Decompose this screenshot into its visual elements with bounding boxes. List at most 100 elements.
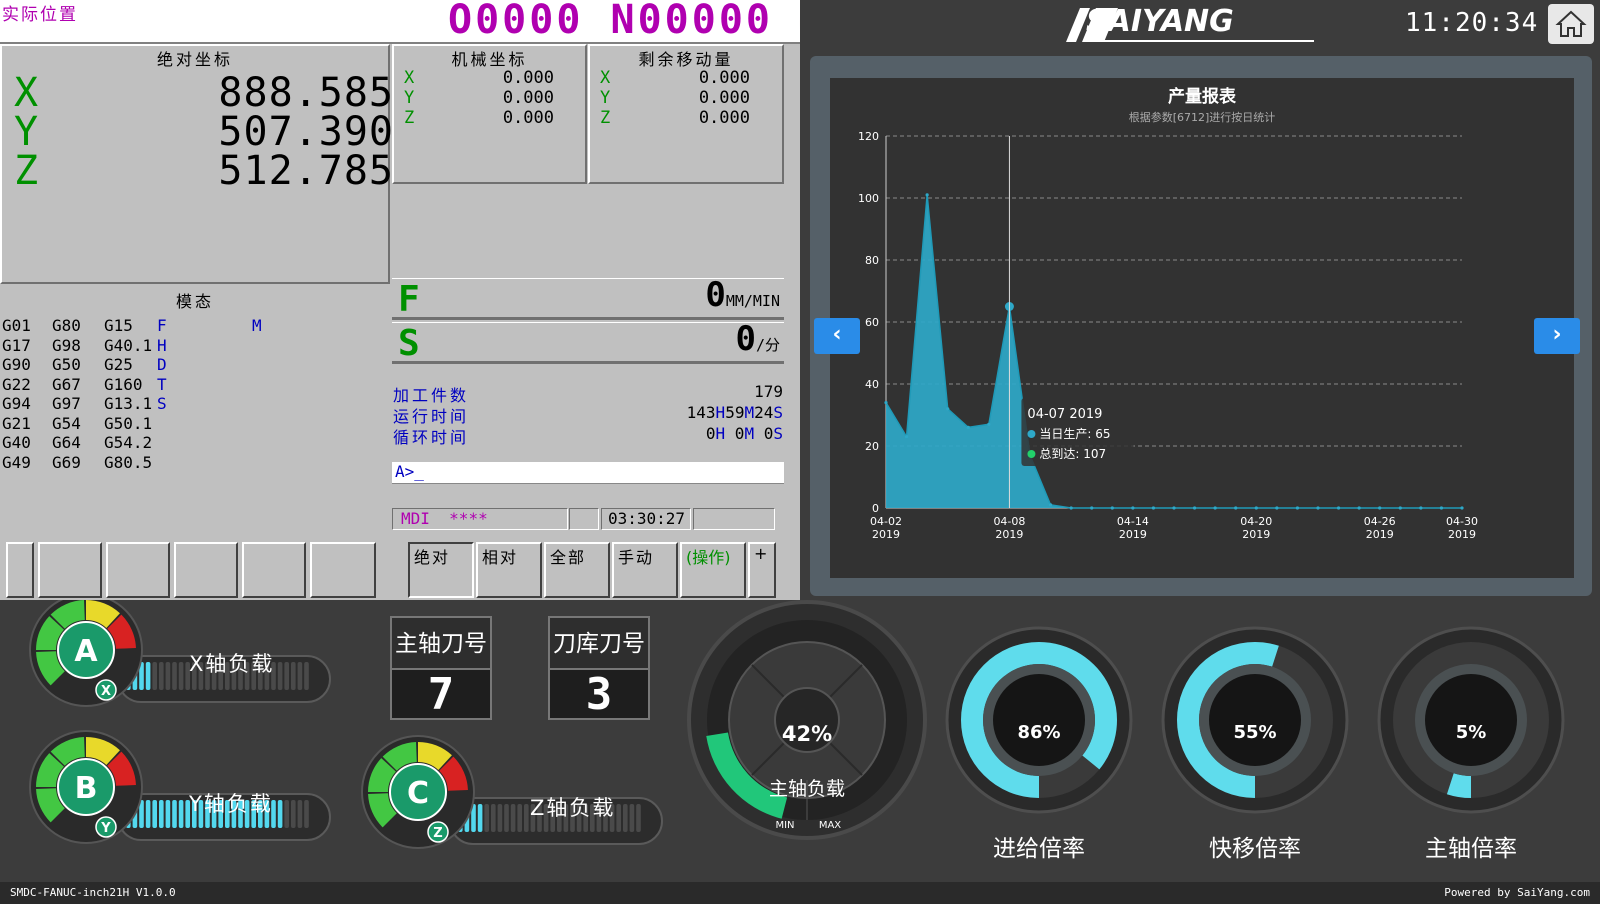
status-time: 03:30:27: [601, 508, 691, 530]
remaining-row-y: Y 0.000: [600, 88, 750, 108]
cnc-screen: 实际位置 O0000 N00000 绝对坐标 X 888.585 Y 507.3…: [0, 0, 800, 600]
feed-unit: MM/MIN: [725, 292, 780, 310]
home-button[interactable]: [1548, 4, 1594, 44]
softkey-blank-1[interactable]: [6, 542, 34, 598]
axis-sub-letter: Z: [433, 826, 442, 841]
load-segment: [178, 662, 184, 690]
abs-row-y: Y 507.390: [14, 109, 394, 155]
remaining-distance-panel: 剩余移动量 X 0.000 Y 0.000 Z 0.000: [588, 44, 784, 184]
machine-coordinates-panel: 机械坐标 X 0.000 Y 0.000 Z 0.000: [392, 44, 587, 184]
load-segment: [636, 804, 641, 832]
modal-code: G01: [2, 316, 31, 335]
x-tick-year: 2019: [1448, 528, 1476, 541]
axis-sub-letter: Y: [100, 821, 111, 836]
softkey-next[interactable]: +: [748, 542, 776, 598]
axis-letter: Z: [600, 108, 611, 128]
spindle-unit: /分: [755, 336, 780, 354]
load-segment: [629, 804, 635, 832]
load-segment: [145, 662, 151, 690]
screen-title: 实际位置: [2, 5, 78, 25]
mdi-input[interactable]: A>_: [392, 462, 784, 484]
axis-letter-badge: A: [74, 634, 98, 669]
load-segment: [491, 804, 496, 832]
data-point: [1357, 506, 1361, 510]
softkey-blank-6[interactable]: [310, 542, 376, 598]
load-segment: [152, 662, 157, 690]
data-point: [1131, 506, 1135, 510]
spindle-load-value: 42%: [781, 722, 833, 746]
machine-row-y: Y 0.000: [404, 88, 554, 108]
footer-powered: Powered by SaiYang.com: [1444, 886, 1590, 899]
home-icon: [1555, 10, 1587, 37]
counter-value: 143H59M24S: [686, 403, 783, 422]
softkey-absolute[interactable]: 绝对: [408, 542, 474, 598]
modal-code: G50.1: [104, 413, 153, 433]
footer: SMDC-FANUC-inch21H V1.0.0 Powered by Sai…: [0, 882, 1600, 904]
x-tick-label: 04-26: [1364, 515, 1396, 528]
data-point: [1398, 506, 1402, 510]
status-blank-2: [693, 508, 775, 530]
x-tick-year: 2019: [1119, 528, 1147, 541]
softkey-operation[interactable]: (操作): [680, 542, 746, 598]
load-segment: [172, 662, 177, 690]
modal-code: G22: [2, 374, 31, 394]
axis-load-y: BY: [29, 730, 331, 844]
modal-code: G49: [2, 452, 31, 472]
axis-letter-badge: B: [75, 771, 98, 806]
remaining-distance-header: 剩余移动量: [638, 50, 734, 69]
data-point: [1439, 506, 1444, 510]
machine-row-z: Z 0.000: [404, 108, 554, 128]
series-area: [886, 194, 1462, 508]
program-number: O0000 N00000: [448, 0, 773, 43]
softkey-handle[interactable]: 手动: [612, 542, 678, 598]
x-tick-year: 2019: [1242, 528, 1270, 541]
softkey-blank-4[interactable]: [174, 542, 238, 598]
y-axis-load-label: Y轴负载: [189, 792, 273, 816]
spindle-tool-box: 主轴刀号 7: [390, 616, 492, 720]
softkey-relative[interactable]: 相对: [476, 542, 542, 598]
data-point: [1172, 506, 1176, 510]
modal-code: G80.5: [104, 452, 153, 472]
load-segment: [616, 804, 621, 832]
y-tick-label: 80: [865, 254, 879, 267]
x-tick-label: 04-08: [993, 515, 1025, 528]
magazine-tool-title: 刀库刀号: [550, 618, 648, 670]
softkey-all[interactable]: 全部: [544, 542, 610, 598]
brand-logo: SAIYANG: [1086, 4, 1234, 39]
rapid-override-label: 快移倍率: [1209, 836, 1301, 862]
counter-value: 179: [754, 382, 783, 401]
softkey-blank-5[interactable]: [242, 542, 306, 598]
data-point: [946, 407, 950, 411]
abs-row-x: X 888.585: [14, 70, 394, 116]
chart-prev-button[interactable]: ‹: [814, 318, 860, 354]
abs-row-z: Z 512.785: [14, 148, 394, 194]
softkey-blank-3[interactable]: [106, 542, 170, 598]
chart-tooltip: 04-07 2019 当日生产: 65 总到达: 107: [1021, 398, 1134, 466]
status-blank: [569, 508, 599, 530]
modal-header: 模态: [175, 292, 214, 311]
modal-code: G160: [104, 374, 143, 394]
load-segment: [165, 800, 171, 828]
counter-value: 0H 0M 0S: [705, 424, 783, 443]
modal-code: G98: [52, 335, 81, 355]
load-segment: [477, 804, 483, 832]
chart-next-button[interactable]: ›: [1534, 318, 1580, 354]
spindle-override-value: 5%: [1455, 722, 1487, 743]
spindle-load-gauge: [687, 600, 927, 840]
axis-letter-badge: C: [407, 776, 429, 811]
data-point: [1110, 506, 1114, 510]
absolute-coordinates-header: 绝对坐标: [156, 50, 233, 69]
y-tick-label: 120: [858, 130, 879, 143]
data-point: [884, 401, 888, 405]
axis-letter: Y: [404, 88, 415, 108]
modal-code: G40: [2, 433, 31, 452]
softkey-blank-2[interactable]: [38, 542, 102, 598]
gauge-center: [1209, 674, 1301, 766]
modal-code: G21: [2, 413, 31, 433]
remaining-row-z: Z 0.000: [600, 108, 750, 128]
spindle-display: S 0/分: [392, 319, 784, 364]
load-segment: [172, 800, 177, 828]
data-point: [1151, 506, 1156, 510]
modal-code: S: [157, 394, 167, 413]
load-segment: [623, 804, 628, 832]
